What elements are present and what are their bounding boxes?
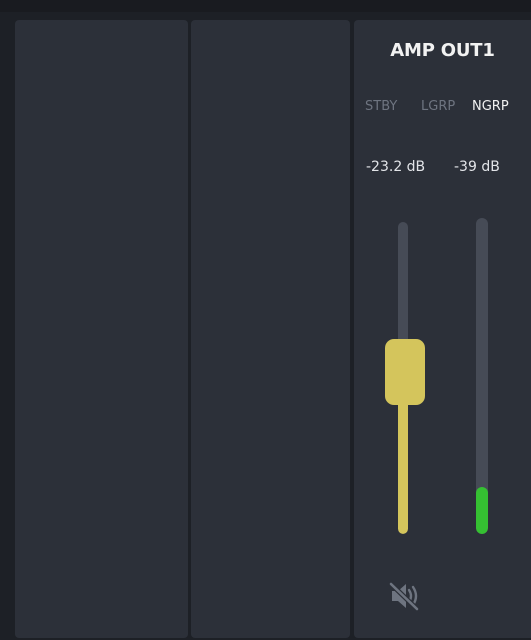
level-meter-fill [476, 487, 488, 534]
mode-ngrp-option[interactable]: NGRP [472, 99, 509, 114]
level-readout: -39 dB [454, 159, 500, 175]
gain-fader-handle[interactable] [385, 339, 425, 405]
level-meter [476, 218, 488, 534]
mute-button[interactable] [386, 578, 422, 614]
speaker-muted-icon [388, 581, 420, 612]
top-strip [0, 0, 531, 12]
channel-strip-empty-2 [191, 20, 350, 638]
gain-readout: -23.2 dB [366, 159, 426, 175]
channel-strip-empty-1 [15, 20, 188, 638]
channel-title: AMP OUT1 [390, 40, 495, 61]
mode-lgrp-option[interactable]: LGRP [421, 99, 455, 114]
mode-stby-option[interactable]: STBY [365, 99, 397, 114]
